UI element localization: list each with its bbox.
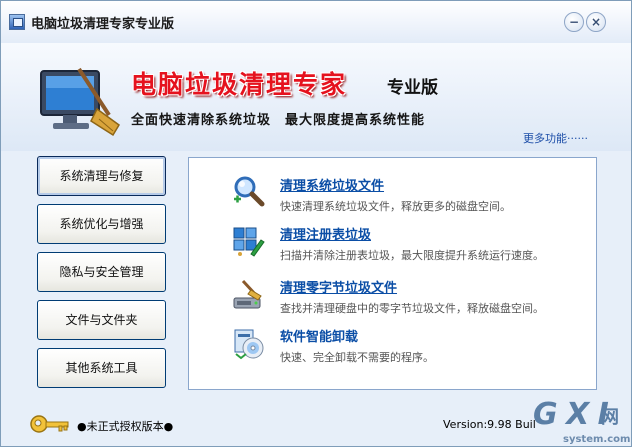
feature-panel: 清理系统垃圾文件 快速清理系统垃圾文件，释放更多的磁盘空间。 清理注册表垃圾 扫… — [188, 157, 597, 390]
watermark-domain: system.com — [563, 434, 631, 445]
key-icon[interactable] — [29, 411, 73, 437]
nav-files-folders[interactable]: 文件与文件夹 — [37, 300, 166, 340]
registry-icon — [233, 227, 265, 257]
minimize-button[interactable]: − — [564, 12, 584, 32]
disk-broom-icon — [233, 279, 262, 309]
computer-broom-icon — [40, 67, 120, 137]
nav-system-cleanup[interactable]: 系统清理与修复 — [37, 156, 166, 196]
banner: 电脑垃圾清理专家 专业版 全面快速清除系统垃圾 最大限度提高系统性能 更多功能·… — [1, 43, 631, 151]
window-title: 电脑垃圾清理专家专业版 — [31, 17, 175, 32]
nav-system-optimize[interactable]: 系统优化与增强 — [37, 204, 166, 244]
magnifier-icon — [234, 176, 265, 207]
license-status[interactable]: ●未正式授权版本● — [77, 418, 173, 434]
more-features-link[interactable]: 更多功能······ — [523, 130, 588, 146]
item-desc-clean-junk: 快速清理系统垃圾文件，释放更多的磁盘空间。 — [280, 200, 511, 213]
item-desc-uninstall: 快速、完全卸载不需要的程序。 — [280, 351, 434, 364]
version-label: Version:9.98 Buil — [443, 418, 536, 431]
title-bar[interactable]: 电脑垃圾清理专家专业版 − × — [1, 1, 631, 43]
banner-title: 电脑垃圾清理专家 — [131, 70, 348, 99]
uninstall-cd-icon — [234, 329, 264, 360]
item-title-clean-zero-byte[interactable]: 清理零字节垃圾文件 — [280, 277, 397, 296]
app-window: 电脑垃圾清理专家专业版 − × 电脑垃圾清理专家 专业版 全面快速清除系统垃圾 … — [0, 0, 632, 447]
banner-slogan: 全面快速清除系统垃圾 最大限度提高系统性能 — [131, 113, 426, 128]
nav-other-tools[interactable]: 其他系统工具 — [37, 348, 166, 388]
close-button[interactable]: × — [586, 12, 606, 32]
item-desc-clean-zero-byte: 查找并清理硬盘中的零字节垃圾文件，释放磁盘空间。 — [280, 302, 544, 315]
item-desc-clean-registry: 扫描并清除注册表垃圾，最大限度提升系统运行速度。 — [280, 249, 544, 262]
watermark-cn-text: 网 — [601, 407, 619, 428]
app-icon — [9, 14, 25, 30]
watermark-logo-text: G X I — [533, 397, 609, 432]
site-watermark: G X I 网 system.com — [531, 397, 631, 446]
item-title-uninstall[interactable]: 软件智能卸载 — [280, 326, 358, 345]
item-title-clean-registry[interactable]: 清理注册表垃圾 — [280, 224, 371, 243]
banner-edition: 专业版 — [387, 78, 438, 98]
item-title-clean-junk[interactable]: 清理系统垃圾文件 — [280, 175, 384, 194]
nav-privacy-security[interactable]: 隐私与安全管理 — [37, 252, 166, 292]
